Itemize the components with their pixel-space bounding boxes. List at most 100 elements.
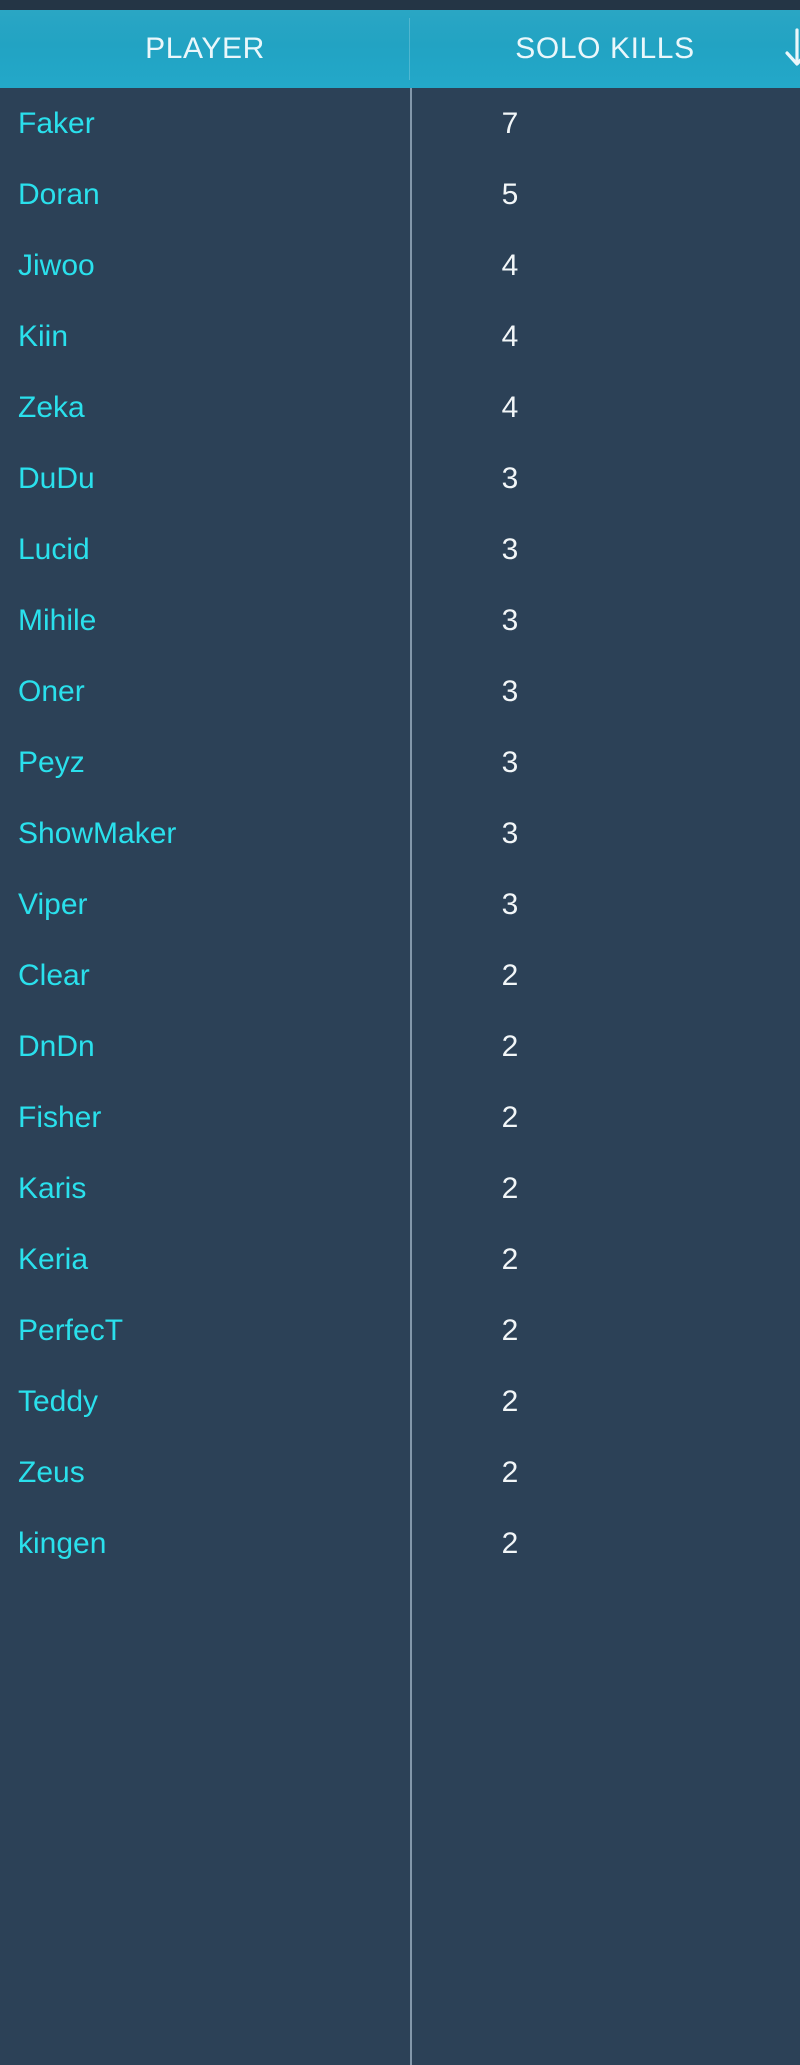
cell-player[interactable]: DuDu bbox=[0, 463, 410, 494]
cell-solo-kills: 3 bbox=[410, 463, 800, 494]
table-row[interactable]: PerfecT 2 bbox=[0, 1295, 800, 1366]
table-row[interactable]: Doran 5 bbox=[0, 159, 800, 230]
table-row[interactable]: Fisher 2 bbox=[0, 1082, 800, 1153]
player-name-link[interactable]: Doran bbox=[18, 179, 100, 210]
table-row[interactable]: Teddy 2 bbox=[0, 1366, 800, 1437]
table-row[interactable]: Clear 2 bbox=[0, 940, 800, 1011]
table-row[interactable]: kingen 2 bbox=[0, 1508, 800, 1579]
cell-player[interactable]: Jiwoo bbox=[0, 250, 410, 281]
player-name-link[interactable]: ShowMaker bbox=[18, 818, 176, 849]
cell-player[interactable]: Zeus bbox=[0, 1457, 410, 1488]
top-strip bbox=[0, 0, 800, 10]
cell-player[interactable]: Keria bbox=[0, 1244, 410, 1275]
player-name-link[interactable]: Fisher bbox=[18, 1102, 101, 1133]
player-name-link[interactable]: kingen bbox=[18, 1528, 106, 1559]
table-row[interactable]: Keria 2 bbox=[0, 1224, 800, 1295]
column-header-player-label: PLAYER bbox=[145, 32, 265, 65]
cell-player[interactable]: Doran bbox=[0, 179, 410, 210]
solo-kills-value: 3 bbox=[501, 603, 519, 637]
player-name-link[interactable]: Keria bbox=[18, 1244, 88, 1275]
column-header-solo-kills[interactable]: SOLO KILLS bbox=[410, 10, 800, 88]
cell-solo-kills: 3 bbox=[410, 887, 800, 921]
cell-player[interactable]: Karis bbox=[0, 1173, 410, 1204]
cell-solo-kills: 7 bbox=[410, 106, 800, 140]
table-row[interactable]: Faker 7 bbox=[0, 88, 800, 159]
cell-player[interactable]: PerfecT bbox=[0, 1315, 410, 1346]
cell-solo-kills: 3 bbox=[410, 532, 800, 566]
cell-player[interactable]: Peyz bbox=[0, 747, 410, 778]
player-name-link[interactable]: Jiwoo bbox=[18, 250, 95, 281]
column-header-solo-kills-label: SOLO KILLS bbox=[515, 32, 695, 65]
player-name-link[interactable]: Kiin bbox=[18, 321, 68, 352]
cell-solo-kills: 2 bbox=[410, 958, 800, 992]
cell-player[interactable]: Viper bbox=[0, 889, 410, 920]
table-row[interactable]: Oner 3 bbox=[0, 656, 800, 727]
player-name-link[interactable]: Lucid bbox=[18, 534, 90, 565]
player-name-link[interactable]: Teddy bbox=[18, 1386, 98, 1417]
cell-player[interactable]: ShowMaker bbox=[0, 818, 410, 849]
cell-solo-kills: 2 bbox=[410, 1242, 800, 1276]
table-row[interactable]: Mihile 3 bbox=[0, 585, 800, 656]
cell-solo-kills: 4 bbox=[410, 250, 800, 281]
table-row[interactable]: Kiin 4 bbox=[0, 301, 800, 372]
cell-player[interactable]: Zeka bbox=[0, 392, 410, 423]
player-name-link[interactable]: Mihile bbox=[18, 605, 96, 636]
table-row[interactable]: Zeka 4 bbox=[0, 372, 800, 443]
table-header-row: PLAYER SOLO KILLS bbox=[0, 10, 800, 88]
solo-kills-value: 2 bbox=[501, 1384, 519, 1418]
cell-solo-kills: 2 bbox=[410, 1102, 800, 1133]
table-row[interactable]: DuDu 3 bbox=[0, 443, 800, 514]
cell-solo-kills: 2 bbox=[410, 1384, 800, 1418]
table-row[interactable]: Karis 2 bbox=[0, 1153, 800, 1224]
cell-player[interactable]: Clear bbox=[0, 960, 410, 991]
player-name-link[interactable]: PerfecT bbox=[18, 1315, 123, 1346]
solo-kills-value: 4 bbox=[501, 319, 519, 353]
table-rows: Faker 7 Doran 5 Jiwoo 4 Kiin 4 Zeka 4 DuDu 3 Lucid 3 M… bbox=[0, 88, 800, 1579]
table-row[interactable]: Viper 3 bbox=[0, 869, 800, 940]
solo-kills-value: 7 bbox=[501, 106, 519, 140]
column-header-player[interactable]: PLAYER bbox=[0, 10, 410, 88]
cell-player[interactable]: Oner bbox=[0, 676, 410, 707]
cell-solo-kills: 3 bbox=[410, 745, 800, 779]
cell-player[interactable]: Teddy bbox=[0, 1386, 410, 1417]
player-name-link[interactable]: Karis bbox=[18, 1173, 86, 1204]
cell-player[interactable]: Mihile bbox=[0, 605, 410, 636]
table-row[interactable]: DnDn 2 bbox=[0, 1011, 800, 1082]
table-row[interactable]: Peyz 3 bbox=[0, 727, 800, 798]
cell-solo-kills: 5 bbox=[410, 177, 800, 211]
cell-player[interactable]: Fisher bbox=[0, 1102, 410, 1133]
cell-player[interactable]: Kiin bbox=[0, 321, 410, 352]
solo-kills-value: 2 bbox=[501, 1029, 519, 1063]
player-name-link[interactable]: Oner bbox=[18, 676, 85, 707]
solo-kills-value: 5 bbox=[501, 177, 519, 211]
player-name-link[interactable]: Viper bbox=[18, 889, 88, 920]
player-name-link[interactable]: Zeka bbox=[18, 392, 85, 423]
solo-kills-value: 2 bbox=[501, 958, 519, 992]
player-name-link[interactable]: Faker bbox=[18, 108, 95, 139]
cell-player[interactable]: Lucid bbox=[0, 534, 410, 565]
solo-kills-value: 3 bbox=[501, 532, 519, 566]
cell-solo-kills: 3 bbox=[410, 676, 800, 707]
cell-solo-kills: 4 bbox=[410, 319, 800, 353]
player-name-link[interactable]: Clear bbox=[18, 960, 90, 991]
cell-player[interactable]: Faker bbox=[0, 108, 410, 139]
cell-solo-kills: 2 bbox=[410, 1315, 800, 1346]
player-name-link[interactable]: DnDn bbox=[18, 1031, 95, 1062]
solo-kills-value: 2 bbox=[501, 1526, 519, 1560]
arrow-down-icon[interactable] bbox=[780, 26, 800, 72]
table-row[interactable]: Lucid 3 bbox=[0, 514, 800, 585]
cell-solo-kills: 2 bbox=[410, 1457, 800, 1488]
solo-kills-value: 3 bbox=[501, 745, 519, 779]
cell-player[interactable]: kingen bbox=[0, 1528, 410, 1559]
solo-kills-value: 2 bbox=[501, 1242, 519, 1276]
table-row[interactable]: ShowMaker 3 bbox=[0, 798, 800, 869]
table-body[interactable]: Faker 7 Doran 5 Jiwoo 4 Kiin 4 Zeka 4 DuDu 3 Lucid 3 M… bbox=[0, 88, 800, 2065]
cell-player[interactable]: DnDn bbox=[0, 1031, 410, 1062]
player-name-link[interactable]: Zeus bbox=[18, 1457, 85, 1488]
table-row[interactable]: Jiwoo 4 bbox=[0, 230, 800, 301]
player-name-link[interactable]: Peyz bbox=[18, 747, 85, 778]
table-row[interactable]: Zeus 2 bbox=[0, 1437, 800, 1508]
solo-kills-value: 3 bbox=[501, 887, 519, 921]
cell-solo-kills: 2 bbox=[410, 1029, 800, 1063]
player-name-link[interactable]: DuDu bbox=[18, 463, 95, 494]
